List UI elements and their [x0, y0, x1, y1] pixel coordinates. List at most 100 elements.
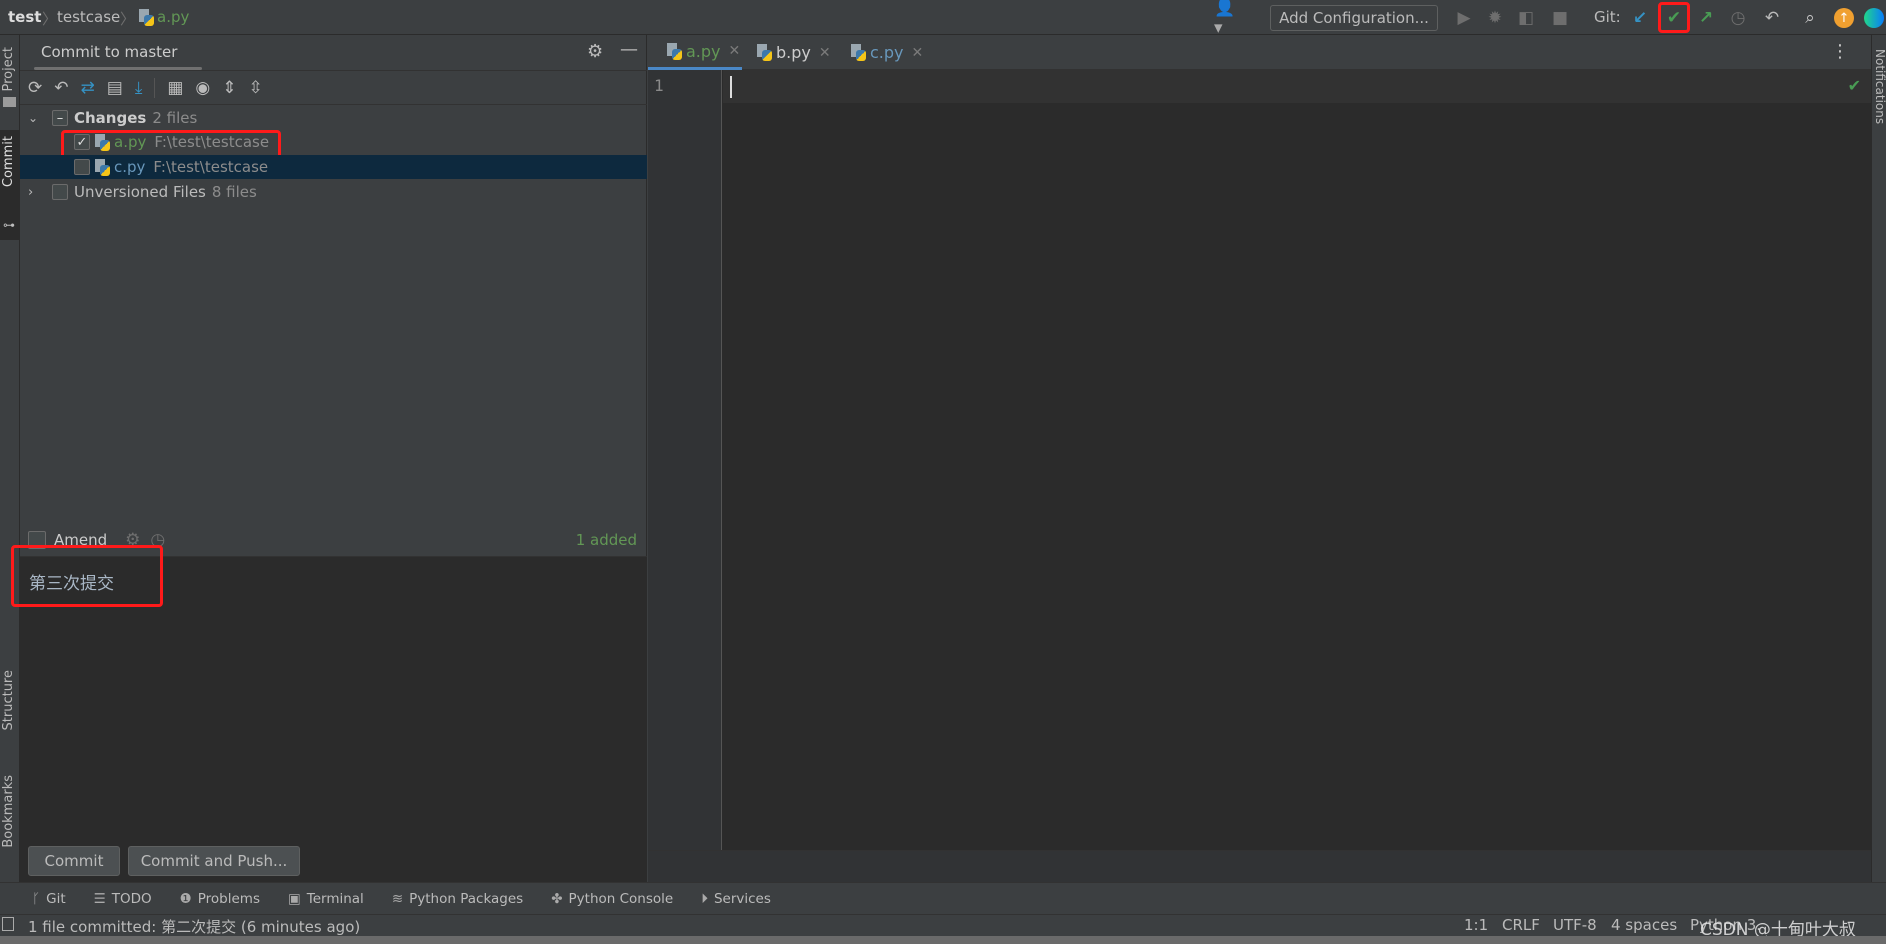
refresh-icon[interactable]: ⟳	[28, 78, 42, 98]
caret-position[interactable]: 1:1	[1464, 916, 1488, 934]
commit-and-push-button[interactable]: Commit and Push...	[128, 846, 300, 876]
more-icon[interactable]: ⋮	[1831, 41, 1849, 62]
tool-git[interactable]: ᚴ Git	[32, 891, 66, 907]
tool-commit-active[interactable]: Commit ⊶	[0, 130, 20, 240]
tool-structure[interactable]: Structure	[1, 670, 16, 730]
layers-icon: ≋	[391, 890, 404, 907]
gear-icon[interactable]: ⚙	[587, 41, 603, 62]
changelist-icon[interactable]: ▤	[107, 78, 123, 98]
breadcrumb-project[interactable]: test	[8, 8, 41, 26]
tool-commit[interactable]: Commit	[1, 136, 16, 187]
changes-count: 2 files	[152, 109, 198, 127]
minimize-icon[interactable]: —	[620, 39, 638, 60]
python-file-icon	[666, 42, 682, 60]
diff-icon[interactable]: ⇄	[81, 78, 95, 98]
tool-project[interactable]: Project	[1, 47, 16, 91]
right-tool-strip: Notifications	[1871, 35, 1886, 882]
run-icon[interactable]: ▶	[1452, 6, 1476, 30]
file-row-c-py[interactable]: c.py F:\test\testcase	[20, 155, 647, 179]
breadcrumb-folder[interactable]: testcase	[57, 8, 120, 26]
left-tool-strip: Project Commit ⊶ Structure Bookmarks	[0, 35, 20, 882]
added-count: 1 added	[575, 531, 637, 549]
panel-title[interactable]: Commit to master	[41, 43, 177, 61]
tab-b-py[interactable]: b.py ✕	[752, 35, 842, 70]
tool-label: TODO	[111, 890, 152, 907]
tool-todo[interactable]: ☰ TODO	[94, 891, 152, 907]
terminal-icon: ▣	[287, 890, 301, 907]
indent-setting[interactable]: 4 spaces	[1611, 916, 1677, 934]
commit-panel: Commit to master ⚙ — ⟳ ↶ ⇄ ▤ ⤓ ▦ ◉ ⇕ ⇳ ⌄…	[11, 35, 647, 882]
collapse-all-icon[interactable]: ⇳	[248, 78, 262, 98]
group-by-icon[interactable]: ▦	[167, 78, 183, 98]
commit-icon: ⊶	[3, 218, 15, 232]
tool-label: Python Console	[568, 890, 674, 907]
changes-label: Changes	[74, 109, 147, 127]
file-encoding[interactable]: UTF-8	[1553, 916, 1597, 934]
tool-bookmarks[interactable]: Bookmarks	[1, 775, 16, 848]
breadcrumb-file[interactable]: a.py	[157, 8, 189, 26]
git-branch-icon: ᚴ	[32, 890, 41, 907]
history-icon[interactable]: ◷	[1726, 6, 1750, 30]
tool-window-bar: ᚴ Git ☰ TODO ❶ Problems ▣ Terminal ≋ Python P…	[0, 882, 1886, 914]
commit-button[interactable]: Commit	[28, 846, 120, 876]
code-editor[interactable]: 1 ✔	[648, 70, 1871, 882]
tool-problems[interactable]: ❶ Problems	[180, 891, 260, 907]
changes-checkbox[interactable]: –	[52, 110, 68, 126]
navigation-bar: test 〉 testcase 〉 a.py 👤▾ Add Configurat…	[0, 0, 1886, 38]
tool-services[interactable]: ⏵ Services	[701, 891, 771, 907]
tab-label: c.py	[870, 43, 904, 62]
tool-python-packages[interactable]: ≋ Python Packages	[392, 891, 523, 907]
tool-python-console[interactable]: ✤ Python Console	[551, 891, 673, 907]
tool-label: Problems	[197, 890, 260, 907]
update-icon[interactable]: ↑	[1834, 8, 1854, 28]
stop-icon[interactable]: ■	[1548, 6, 1572, 30]
current-line	[723, 70, 1871, 103]
tool-terminal[interactable]: ▣ Terminal	[288, 891, 364, 907]
chevron-right-icon[interactable]: ›	[28, 185, 46, 200]
expand-all-icon[interactable]: ⇕	[222, 78, 236, 98]
unversioned-group[interactable]: › Unversioned Files 8 files	[20, 180, 647, 204]
editor-footer	[648, 850, 1871, 882]
git-commit-icon[interactable]: ✔	[1658, 2, 1690, 33]
list-icon: ☰	[93, 890, 106, 907]
file-path: F:\test\testcase	[153, 158, 269, 176]
python-file-icon	[138, 9, 154, 26]
git-label: Git:	[1594, 8, 1621, 26]
coverage-icon[interactable]: ◧	[1514, 6, 1538, 30]
shelve-icon[interactable]: ⤓	[135, 78, 143, 98]
tool-label: Python Packages	[409, 890, 524, 907]
rollback-icon[interactable]: ↶	[1760, 6, 1784, 30]
status-message[interactable]: 1 file committed: 第二次提交 (6 minutes ago)	[28, 916, 360, 937]
background-window-strip	[0, 936, 1886, 944]
divider	[154, 77, 156, 98]
user-icon[interactable]: 👤▾	[1214, 0, 1238, 38]
folder-icon[interactable]	[3, 97, 16, 107]
rollback-icon[interactable]: ↶	[54, 78, 68, 98]
close-icon[interactable]: ✕	[729, 43, 741, 59]
git-push-icon[interactable]: ↗	[1694, 6, 1718, 30]
close-icon[interactable]: ✕	[819, 45, 831, 61]
view-options-icon[interactable]: ◉	[195, 78, 210, 98]
ide-logo-icon[interactable]	[1864, 8, 1884, 28]
debug-icon[interactable]: ✹	[1483, 6, 1507, 30]
unversioned-label: Unversioned Files	[74, 183, 206, 201]
chevron-down-icon[interactable]: ⌄	[28, 111, 46, 125]
changes-group[interactable]: ⌄ – Changes 2 files	[20, 106, 647, 130]
search-icon[interactable]: ⌕	[1798, 6, 1822, 30]
close-icon[interactable]: ✕	[912, 45, 924, 61]
add-configuration-button[interactable]: Add Configuration...	[1270, 5, 1438, 31]
panel-toggle-icon[interactable]	[2, 917, 14, 931]
play-circle-icon: ⏵	[701, 890, 708, 907]
git-update-icon[interactable]: ↙	[1628, 6, 1652, 30]
tab-a-py[interactable]: a.py ✕	[648, 35, 742, 70]
line-ending[interactable]: CRLF	[1502, 916, 1540, 934]
python-icon: ✤	[551, 890, 563, 907]
tool-label: Git	[46, 890, 66, 907]
tool-label: Terminal	[306, 890, 364, 907]
file-checkbox[interactable]	[74, 159, 90, 175]
editor-tabs: a.py ✕ b.py ✕ c.py ✕ ⋮	[648, 35, 1871, 70]
tab-c-py[interactable]: c.py ✕	[846, 35, 936, 70]
unversioned-checkbox[interactable]	[52, 184, 68, 200]
tool-notifications[interactable]: Notifications	[1873, 49, 1886, 124]
highlight-box	[11, 545, 163, 607]
